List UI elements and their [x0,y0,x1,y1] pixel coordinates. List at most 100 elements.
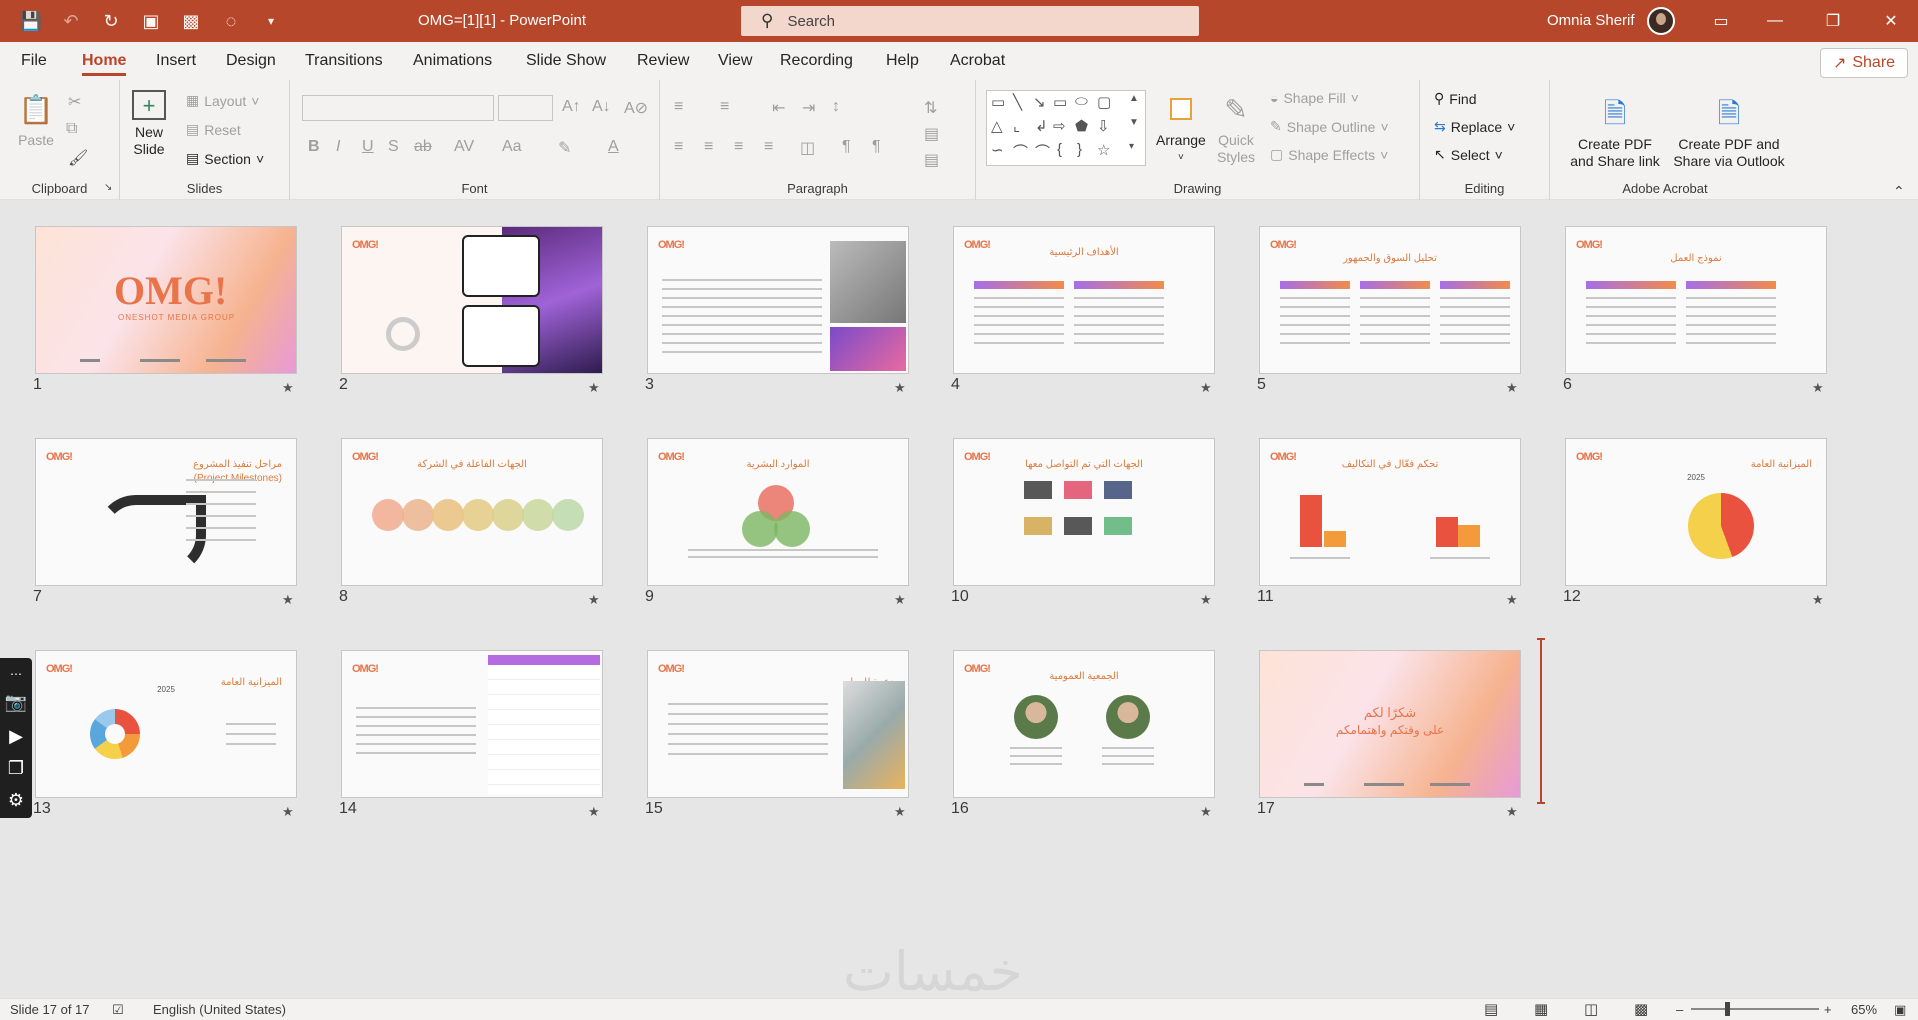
underline-icon[interactable]: U [362,138,374,156]
star-shape-icon[interactable]: ☆ [1097,141,1110,159]
copy-icon[interactable]: ⧉ [66,120,77,138]
down-arrow-shape-icon[interactable]: ⇩ [1097,117,1110,135]
more-options-icon[interactable]: ⋯ [4,662,28,686]
animation-star-icon[interactable]: ★ [588,380,600,396]
slide-thumbnail[interactable]: شكرًا لكم على وقتكم واهتمامكم [1259,650,1521,798]
ltr-icon[interactable]: ¶ [842,138,851,156]
zoom-out-icon[interactable]: – [1676,1002,1683,1017]
shape-fill-button[interactable]: ◒ Shape Fill ˅ [1270,90,1359,106]
shrink-font-icon[interactable]: A↓ [592,98,611,116]
user-name[interactable]: Omnia Sherif [1547,0,1635,42]
align-center-icon[interactable]: ≡ [704,138,713,156]
brace-left-shape-icon[interactable]: { [1057,141,1062,158]
animation-star-icon[interactable]: ★ [1812,592,1824,608]
tab-design[interactable]: Design [226,42,276,80]
strikethrough-icon[interactable]: ab [414,138,432,156]
character-spacing-icon[interactable]: AV [454,138,474,156]
avatar[interactable] [1647,7,1675,35]
animation-star-icon[interactable]: ★ [282,592,294,608]
italic-icon[interactable]: I [336,138,340,156]
arrange-button[interactable]: Arrange ˅ [1156,90,1206,166]
zoom-slider-thumb[interactable] [1725,1002,1730,1016]
triangle-shape-icon[interactable]: △ [991,117,1003,135]
slide-thumbnail[interactable]: OMG!مراحل تنفيذ المشروع(Project Mileston… [35,438,297,586]
slideshow-icon[interactable]: ▩ [178,8,204,34]
line-shape-icon[interactable]: ╲ [1013,93,1022,111]
freeform-shape-icon[interactable]: ∽ [991,141,1004,159]
slide-thumbnail[interactable]: OMG!المشكلة [647,226,909,374]
brace-right-shape-icon[interactable]: } [1077,141,1082,158]
animation-star-icon[interactable]: ★ [1506,592,1518,608]
gear-icon[interactable]: ⚙ [4,788,28,812]
minimize-icon[interactable]: — [1752,0,1798,42]
section-button[interactable]: ▤ Section ˅ [186,150,264,167]
collapse-ribbon-icon[interactable]: ⌃ [1893,183,1905,200]
tab-review[interactable]: Review [637,42,689,80]
tab-recording[interactable]: Recording [780,42,853,80]
shapes-gallery[interactable]: ▭ ╲ ↘ ▭ ⬭ ▢ △ ⌞ ↲ ⇨ ⬟ ⇩ ∽ ⌒ ⌒ { } ☆ ▲ ▼ … [986,90,1146,166]
tab-transitions[interactable]: Transitions [305,42,383,80]
rectangle-shape-icon[interactable]: ▭ [1053,93,1067,111]
slide-thumbnail[interactable]: OMG!دعوة للعمل [647,650,909,798]
tab-view[interactable]: View [718,42,752,80]
reading-view-icon[interactable]: ◫ [1584,1000,1598,1018]
search-box[interactable]: ⚲ Search [741,6,1199,36]
zoom-slider-track[interactable] [1691,1008,1819,1010]
slide-thumbnail[interactable]: OMG! الموارد البشرية [647,438,909,586]
video-icon[interactable]: ▶ [4,724,28,748]
redo-icon[interactable]: ↻ [98,8,124,34]
new-slide-button[interactable]: + New Slide [132,90,166,158]
reset-button[interactable]: ▤ Reset [186,121,241,138]
font-size-dropdown[interactable] [498,95,553,121]
close-icon[interactable]: ✕ [1868,0,1914,42]
slide-thumbnail[interactable]: OMG! الجمعية العمومية [953,650,1215,798]
animation-star-icon[interactable]: ★ [1506,380,1518,396]
format-painter-icon[interactable]: 🖌 [68,148,88,168]
slide-thumbnail[interactable]: OMG! نموذج العمل [1565,226,1827,374]
fit-slide-icon[interactable]: ▣ [1894,1002,1906,1018]
smartart-icon[interactable]: ▤ [924,150,939,170]
pentagon-shape-icon[interactable]: ⬟ [1075,117,1088,135]
gallery-scroll-up-icon[interactable]: ▲ [1129,93,1139,104]
animation-star-icon[interactable]: ★ [588,592,600,608]
spell-check-icon[interactable]: ☑ [112,1002,124,1018]
grow-font-icon[interactable]: A↑ [562,98,581,116]
eraser-icon[interactable]: ◌ [218,8,244,34]
rtl-icon[interactable]: ¶ [872,138,881,156]
slide-thumbnail[interactable]: OMG! تحكم فعّال في التكاليف [1259,438,1521,586]
slide-thumbnail[interactable]: OMG! الميزانية العامة 2025 [35,650,297,798]
curve-shape-icon[interactable]: ⌒ [1013,141,1028,162]
present-icon[interactable]: ▣ [138,8,164,34]
slideshow-view-icon[interactable]: ▩ [1634,1000,1648,1018]
bold-icon[interactable]: B [308,138,320,156]
zoom-level[interactable]: 65% [1851,1002,1877,1017]
slide-sorter-view-icon[interactable]: ▦ [1534,1000,1548,1018]
quick-styles-button[interactable]: ✎ Quick Styles [1216,90,1256,166]
tab-home[interactable]: Home [82,42,127,80]
animation-star-icon[interactable]: ★ [1200,380,1212,396]
save-icon[interactable]: 💾 [18,8,44,34]
shape-outline-button[interactable]: ✎ Shape Outline ˅ [1270,118,1389,135]
tab-acrobat[interactable]: Acrobat [950,42,1005,80]
tab-help[interactable]: Help [886,42,919,80]
select-button[interactable]: ↖ Select ˅ [1434,146,1503,163]
animation-star-icon[interactable]: ★ [1506,804,1518,820]
align-text-icon[interactable]: ▤ [924,124,939,144]
camera-icon[interactable]: 📷 [4,690,28,714]
elbow-shape-icon[interactable]: ↲ [1035,117,1048,135]
justify-icon[interactable]: ≡ [764,138,773,156]
slide-thumbnail[interactable]: OMG! الجهات الفاعلة في الشركة [341,438,603,586]
highlight-icon[interactable]: ✎ [558,138,571,158]
right-arrow-shape-icon[interactable]: ⇨ [1053,117,1066,135]
align-left-icon[interactable]: ≡ [674,138,683,156]
create-pdf-outlook-button[interactable]: 🗎 Create PDF and Share via Outlook [1670,94,1788,170]
tab-insert[interactable]: Insert [156,42,196,80]
increase-indent-icon[interactable]: ⇥ [802,98,815,118]
slide-thumbnail[interactable]: OMG!الرؤية والرسالة [341,226,603,374]
replace-button[interactable]: ⇆ Replace ˅ [1434,118,1515,135]
tab-animations[interactable]: Animations [413,42,492,80]
animation-star-icon[interactable]: ★ [894,804,906,820]
cut-icon[interactable]: ✂ [68,92,81,112]
normal-view-icon[interactable]: ▤ [1484,1000,1498,1018]
connector-shape-icon[interactable]: ⌞ [1013,117,1020,135]
